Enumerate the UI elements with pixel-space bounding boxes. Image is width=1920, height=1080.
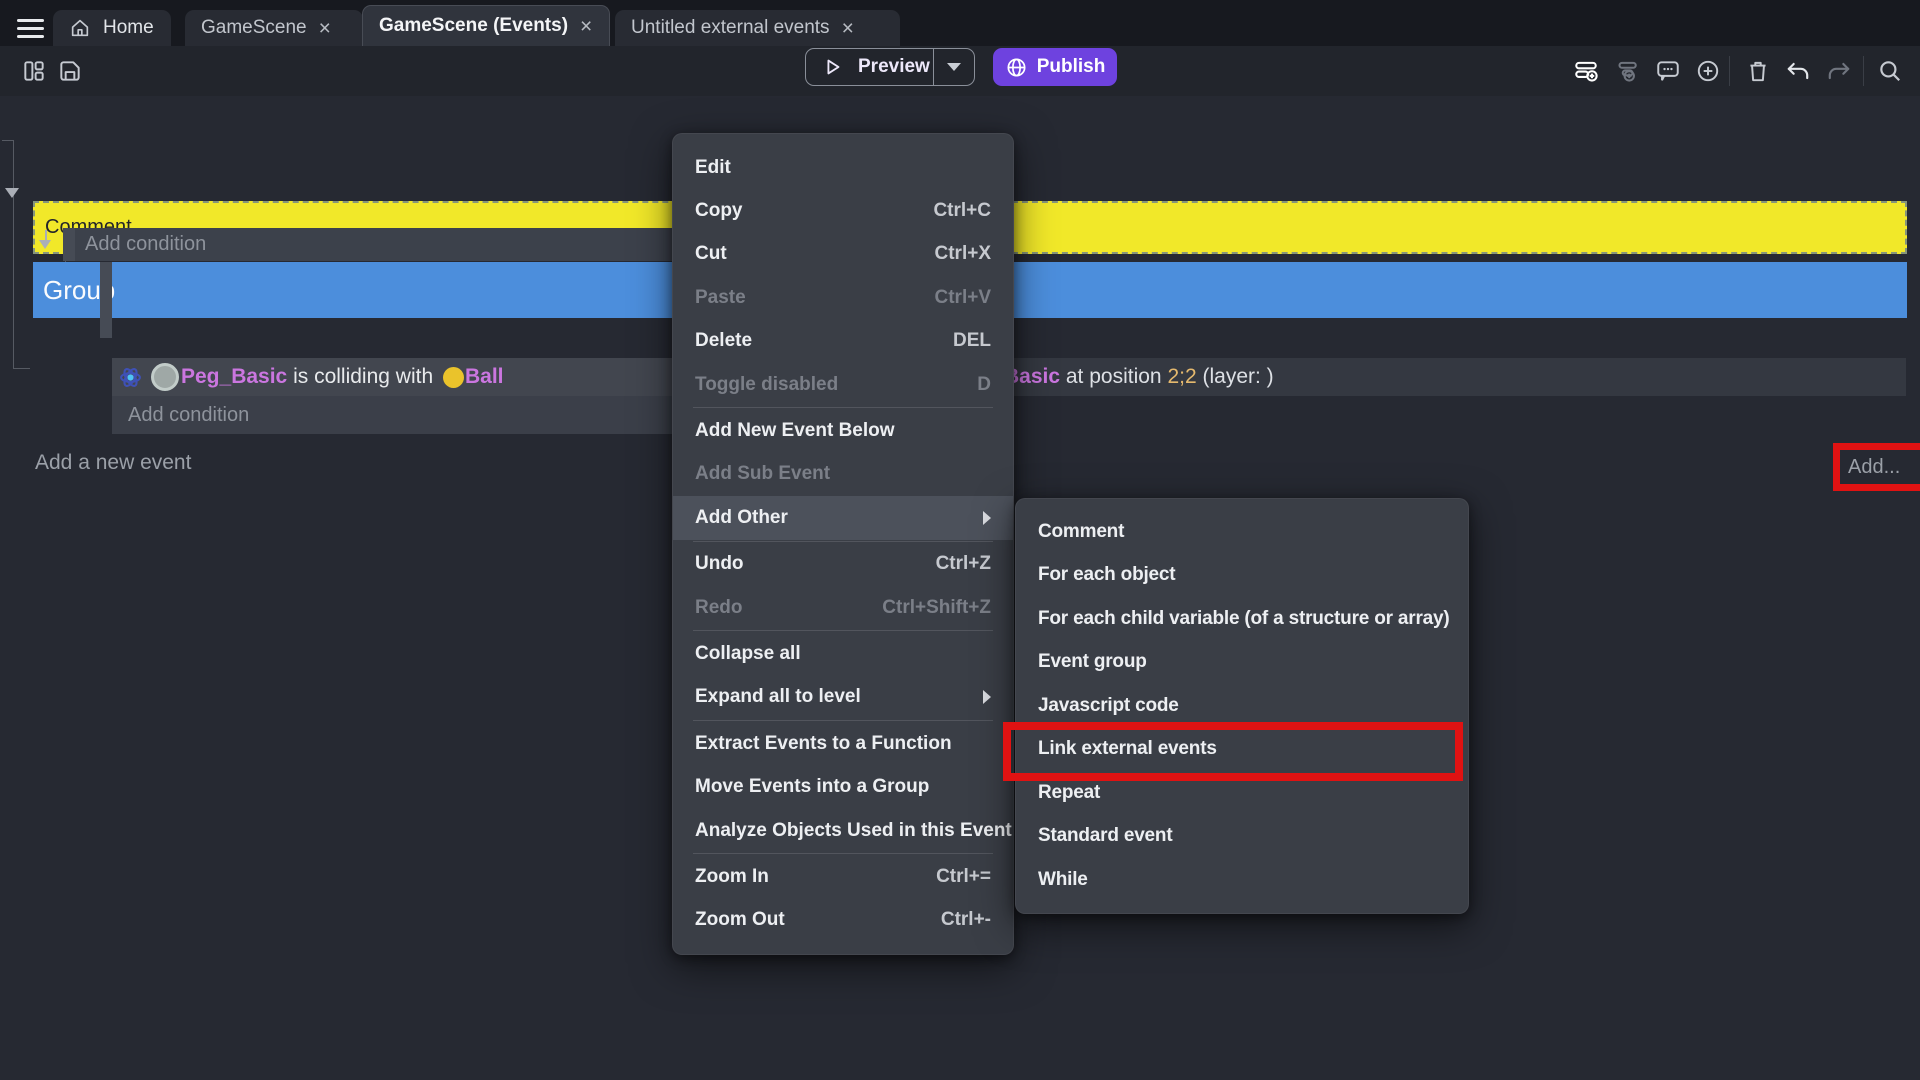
menu-divider — [693, 541, 993, 542]
add-sub-event-icon[interactable] — [1610, 55, 1642, 87]
action-layer: (layer: ) — [1197, 365, 1274, 389]
submenu-item-while[interactable]: While — [1016, 858, 1468, 902]
play-icon — [822, 56, 844, 78]
redo-icon[interactable] — [1823, 55, 1855, 87]
collapse-arrow-icon[interactable] — [5, 188, 19, 198]
tree-guide — [13, 368, 30, 369]
condition-object-a: Peg_Basic — [181, 365, 287, 389]
close-icon[interactable]: × — [842, 18, 854, 39]
home-icon — [69, 17, 91, 39]
tree-guide — [2, 140, 13, 141]
submenu-item-comment[interactable]: Comment — [1016, 510, 1468, 554]
menu-item-zoom-in[interactable]: Zoom InCtrl+= — [673, 855, 1013, 898]
menu-item-redo: RedoCtrl+Shift+Z — [673, 586, 1013, 629]
menu-divider — [693, 630, 993, 631]
menu-item-collapse-all[interactable]: Collapse all — [673, 632, 1013, 675]
trash-icon[interactable] — [1742, 55, 1774, 87]
ball-object-icon — [443, 367, 464, 388]
undo-icon[interactable] — [1782, 55, 1814, 87]
add-action-label: Add... — [1848, 456, 1900, 479]
preview-dropdown[interactable] — [934, 63, 974, 71]
submenu-item-for-each-object[interactable]: For each object — [1016, 554, 1468, 598]
preview-button[interactable]: Preview — [805, 48, 975, 86]
main-menu-icon[interactable] — [17, 19, 44, 38]
search-icon[interactable] — [1874, 55, 1906, 87]
tab-label: Home — [103, 17, 154, 39]
action-coords: 2;2 — [1167, 365, 1196, 389]
event-drag-handle[interactable] — [100, 262, 112, 338]
submenu-item-javascript-code[interactable]: Javascript code — [1016, 684, 1468, 728]
submenu-arrow-icon — [983, 690, 991, 704]
toolbar: Preview Publish — [0, 46, 1920, 96]
tab-bar: Home GameScene × GameScene (Events) × Un… — [0, 0, 1920, 46]
add-comment-icon[interactable] — [1652, 55, 1684, 87]
save-icon[interactable] — [54, 55, 86, 87]
condition-text: is colliding with — [287, 365, 439, 389]
close-icon[interactable]: × — [580, 16, 592, 37]
toolbar-divider — [1863, 56, 1864, 86]
menu-item-cut[interactable]: CutCtrl+X — [673, 233, 1013, 276]
tree-guide — [13, 140, 14, 368]
tab-gamescene-events[interactable]: GameScene (Events) × — [362, 5, 610, 46]
submenu-item-event-group[interactable]: Event group — [1016, 641, 1468, 685]
tab-untitled-external-events[interactable]: Untitled external events × — [615, 10, 900, 46]
submenu-arrow-icon — [983, 511, 991, 525]
add-other-submenu: Comment For each object For each child v… — [1015, 498, 1469, 914]
menu-item-edit[interactable]: Edit — [673, 146, 1013, 189]
menu-item-add-new-event-below[interactable]: Add New Event Below — [673, 409, 1013, 452]
submenu-item-standard-event[interactable]: Standard event — [1016, 815, 1468, 859]
menu-divider — [693, 407, 993, 408]
collapse-arrow-icon[interactable] — [39, 240, 51, 249]
add-event-icon[interactable] — [1570, 55, 1602, 87]
tab-label: GameScene (Events) — [379, 15, 568, 37]
menu-item-paste: PasteCtrl+V — [673, 276, 1013, 319]
add-action-link-highlight-box[interactable]: Add... — [1833, 443, 1920, 491]
chevron-down-icon — [947, 63, 961, 71]
menu-item-delete[interactable]: DeleteDEL — [673, 320, 1013, 363]
context-menu: Edit CopyCtrl+C CutCtrl+X PasteCtrl+V De… — [672, 133, 1014, 955]
tab-label: GameScene — [201, 17, 307, 39]
menu-item-analyze-objects[interactable]: Analyze Objects Used in this Event — [673, 809, 1013, 852]
tab-gamescene[interactable]: GameScene × — [185, 10, 363, 46]
layout-columns-icon[interactable] — [18, 55, 50, 87]
collapse-stem — [45, 230, 47, 240]
event-drag-handle[interactable] — [63, 228, 75, 261]
action-row[interactable]: Basic at position 2;2 (layer: ) — [1004, 358, 1274, 396]
condition-object-b: Ball — [465, 365, 504, 389]
menu-item-extract-events-to-function[interactable]: Extract Events to a Function — [673, 722, 1013, 765]
publish-button[interactable]: Publish — [993, 48, 1117, 86]
tab-label: Untitled external events — [631, 17, 830, 39]
gdevelop-window: Home GameScene × GameScene (Events) × Un… — [0, 0, 1920, 1080]
globe-icon — [1005, 56, 1028, 79]
menu-item-copy[interactable]: CopyCtrl+C — [673, 189, 1013, 232]
menu-item-expand-all-to-level[interactable]: Expand all to level — [673, 676, 1013, 719]
menu-item-undo[interactable]: UndoCtrl+Z — [673, 543, 1013, 586]
menu-item-add-sub-event: Add Sub Event — [673, 453, 1013, 496]
submenu-item-repeat[interactable]: Repeat — [1016, 771, 1468, 815]
menu-divider — [693, 720, 993, 721]
peg-object-icon — [151, 363, 179, 391]
menu-item-zoom-out[interactable]: Zoom OutCtrl+- — [673, 899, 1013, 942]
menu-item-move-events-into-group[interactable]: Move Events into a Group — [673, 765, 1013, 808]
submenu-item-link-external-events[interactable]: Link external events — [1016, 728, 1468, 772]
menu-item-add-other[interactable]: Add Other — [673, 496, 1013, 539]
toolbar-divider — [1729, 56, 1730, 86]
add-new-event-link[interactable]: Add a new event — [35, 451, 191, 475]
menu-divider — [693, 853, 993, 854]
menu-item-toggle-disabled: Toggle disabledD — [673, 363, 1013, 406]
action-text-mid: at position — [1060, 365, 1167, 389]
physics-behavior-icon — [118, 365, 143, 390]
close-icon[interactable]: × — [319, 18, 331, 39]
submenu-item-for-each-child-variable[interactable]: For each child variable (of a structure … — [1016, 597, 1468, 641]
publish-label: Publish — [1037, 56, 1106, 78]
tab-home[interactable]: Home — [53, 10, 171, 46]
preview-label: Preview — [858, 56, 930, 78]
add-circle-icon[interactable] — [1692, 55, 1724, 87]
